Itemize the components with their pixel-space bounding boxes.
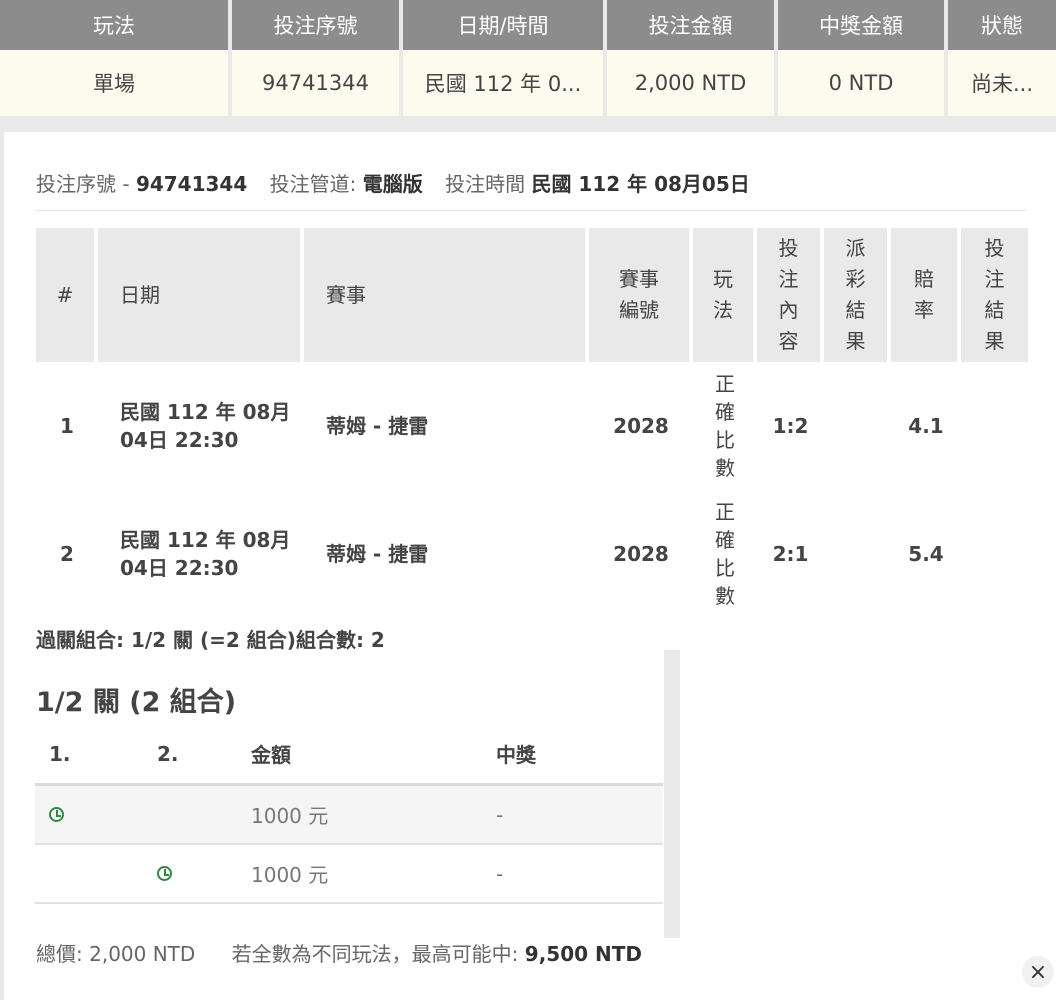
- header-match-no: 賽事 編號: [589, 228, 693, 362]
- summary-cell: 尚未...: [948, 50, 1056, 116]
- parlay-amount: 1000 元: [251, 804, 329, 828]
- summary-header-cell: 投注金額: [607, 0, 778, 50]
- scrollbar[interactable]: [664, 650, 680, 938]
- table-row: 2 民國 112 年 08月 04日 22:30 蒂姆 - 捷雷 2028 正確比…: [36, 490, 1028, 618]
- header-play: 玩法: [693, 228, 757, 362]
- detail-header: # 日期 賽事 賽事 編號 玩法 投注內容 派彩結果 賠率 投注結果: [36, 228, 1028, 362]
- parlay-header: 1. 2. 金額 中獎: [35, 724, 663, 786]
- summary-header-cell: 日期/時間: [403, 0, 607, 50]
- total-line: 總價: 2,000 NTD 若全數為不同玩法，最高可能中: 9,500 NTD: [36, 938, 642, 967]
- summary-header-cell: 玩法: [0, 0, 232, 50]
- header-bet-content: 投注內容: [757, 228, 824, 362]
- parlay-header-amount: 金額: [251, 743, 291, 767]
- serial-value: 94741344: [135, 172, 248, 196]
- row-result: [824, 362, 891, 490]
- table-row: 1 民國 112 年 08月 04日 22:30 蒂姆 - 捷雷 2028 正確比…: [36, 362, 1028, 490]
- total-label: 總價:: [36, 942, 83, 966]
- bet-info-line: 投注序號 - 94741344 投注管道: 電腦版 投注時間 民國 112 年 …: [36, 168, 750, 197]
- row-date: 民國 112 年 08月 04日 22:30: [120, 400, 291, 452]
- summary-cell: 單場: [0, 50, 232, 116]
- divider: [36, 210, 1026, 211]
- row-play: 正確比數: [715, 372, 735, 480]
- summary-header-cell: 中獎金額: [778, 0, 948, 50]
- parlay-amount: 1000 元: [251, 863, 329, 887]
- row-bet: 2:1: [772, 542, 809, 566]
- row-match: 蒂姆 - 捷雷: [326, 414, 429, 438]
- time-value: 民國 112 年 08月05日: [531, 172, 750, 196]
- clock-icon: [49, 806, 64, 822]
- parlay-header-1: 1.: [49, 741, 71, 766]
- max-win-value: 9,500 NTD: [524, 942, 642, 966]
- row-index: 1: [60, 414, 74, 438]
- summary-header: 玩法 投注序號 日期/時間 投注金額 中獎金額 狀態: [0, 0, 1056, 50]
- parlay-title: 1/2 關 (2 組合): [36, 687, 237, 718]
- parlay-row: 1000 元 -: [35, 845, 663, 904]
- summary-header-cell: 狀態: [948, 0, 1056, 50]
- row-match: 蒂姆 - 捷雷: [326, 542, 429, 566]
- row-index: 2: [60, 542, 74, 566]
- row-match-no: 2028: [613, 414, 669, 438]
- header-index: #: [36, 228, 98, 362]
- parlay-header-2: 2.: [157, 741, 179, 766]
- bet-detail-panel: 投注序號 - 94741344 投注管道: 電腦版 投注時間 民國 112 年 …: [4, 132, 1056, 1000]
- row-date: 民國 112 年 08月 04日 22:30: [120, 528, 291, 580]
- row-outcome: [961, 362, 1028, 490]
- max-win-label: 若全數為不同玩法，最高可能中:: [231, 942, 519, 966]
- row-match-no: 2028: [613, 542, 669, 566]
- parlay-win: -: [496, 802, 504, 827]
- header-odds: 賠率: [891, 228, 961, 362]
- parlay-table: 1. 2. 金額 中獎 1000 元 - 1000 元 -: [35, 724, 663, 904]
- total-value: 2,000 NTD: [89, 942, 196, 966]
- header-payout-result: 派彩結果: [824, 228, 891, 362]
- header-match: 賽事: [304, 228, 589, 362]
- close-icon[interactable]: ×: [1022, 956, 1054, 988]
- serial-label: 投注序號 -: [36, 172, 130, 196]
- summary-cell: 0 NTD: [778, 50, 948, 116]
- row-bet: 1:2: [772, 414, 809, 438]
- summary-cell: 94741344: [232, 50, 403, 116]
- parlay-summary: 過關組合: 1/2 關 (=2 組合)組合數: 2: [36, 628, 385, 652]
- header-date: 日期: [98, 228, 304, 362]
- parlay-header-win: 中獎: [496, 743, 536, 767]
- row-result: [824, 490, 891, 618]
- row-outcome: [961, 490, 1028, 618]
- parlay-row: 1000 元 -: [35, 786, 663, 845]
- row-odds: 5.4: [908, 542, 944, 566]
- summary-row[interactable]: 單場 94741344 民國 112 年 0... 2,000 NTD 0 NT…: [0, 50, 1056, 116]
- row-play: 正確比數: [715, 500, 735, 608]
- header-bet-result: 投注結果: [961, 228, 1028, 362]
- channel-value: 電腦版: [362, 172, 423, 196]
- summary-header-cell: 投注序號: [232, 0, 403, 50]
- row-odds: 4.1: [908, 414, 944, 438]
- parlay-win: -: [496, 861, 504, 886]
- bet-detail-table: # 日期 賽事 賽事 編號 玩法 投注內容 派彩結果 賠率 投注結果 1 民國 …: [36, 228, 1028, 618]
- channel-label: 投注管道:: [269, 172, 357, 196]
- summary-cell: 民國 112 年 0...: [403, 50, 607, 116]
- summary-cell: 2,000 NTD: [607, 50, 778, 116]
- clock-icon: [157, 865, 172, 881]
- bet-summary-table: 玩法 投注序號 日期/時間 投注金額 中獎金額 狀態 單場 94741344 民…: [0, 0, 1056, 116]
- time-label: 投注時間: [445, 172, 526, 196]
